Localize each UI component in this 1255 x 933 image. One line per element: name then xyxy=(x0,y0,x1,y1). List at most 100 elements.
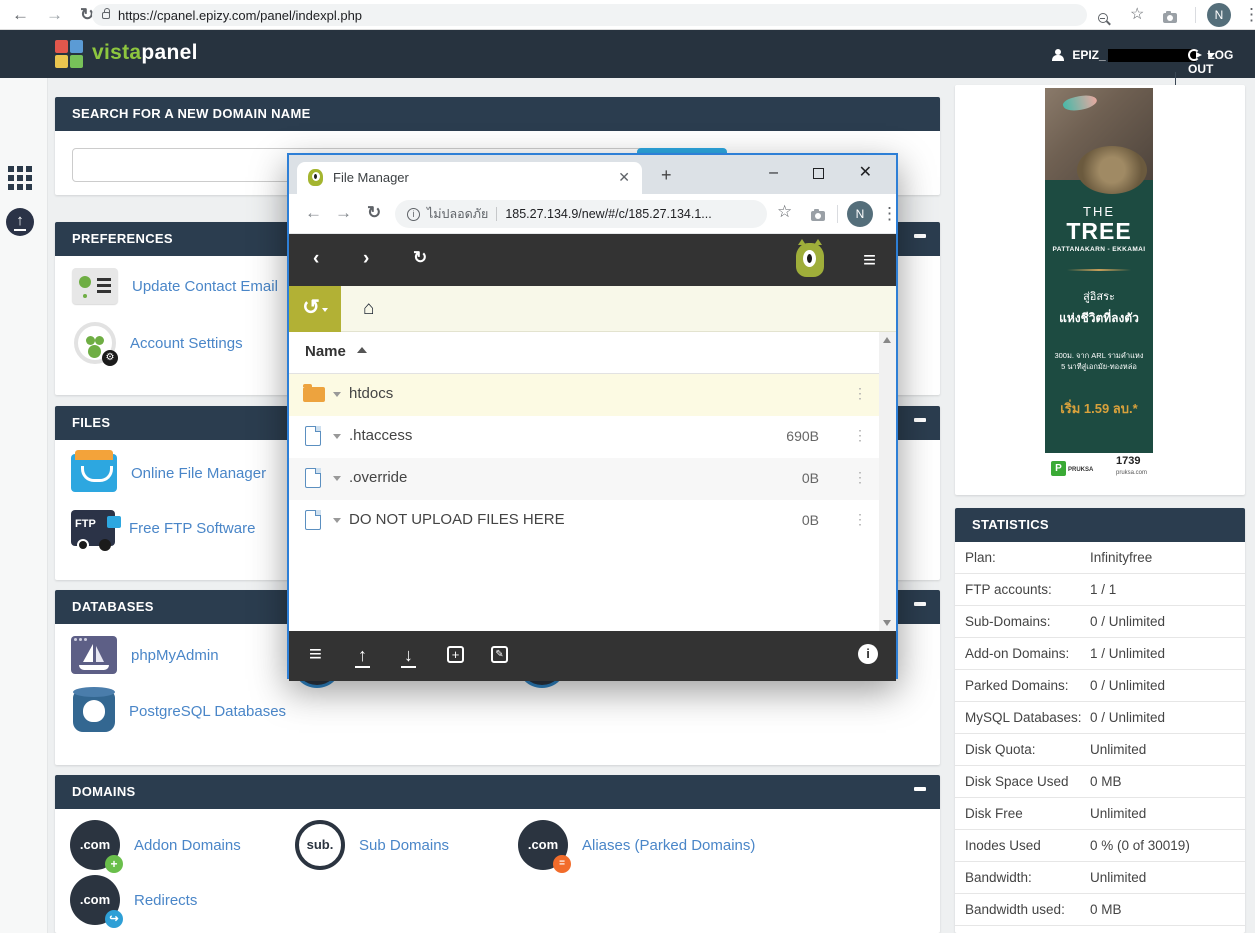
sub-domains-item[interactable]: sub. Sub Domains xyxy=(295,820,449,870)
postgresql-icon xyxy=(73,690,115,732)
window-minimize-icon[interactable]: – xyxy=(769,165,778,181)
file-row-do-not-upload[interactable]: DO NOT UPLOAD FILES HERE 0B ⋮ xyxy=(289,500,879,542)
scroll-up-icon[interactable] xyxy=(883,337,891,343)
divider xyxy=(1195,7,1196,23)
ad-photo xyxy=(1045,88,1153,180)
upload-icon[interactable]: ↑ xyxy=(6,208,34,236)
statistics-card: STATISTICS Plan:Infinityfree FTP account… xyxy=(955,508,1245,933)
chevron-down-icon[interactable] xyxy=(333,392,341,397)
domains-card: DOMAINS .com+ Addon Domains sub. Sub Dom… xyxy=(55,775,940,933)
home-icon[interactable]: ⌂ xyxy=(363,298,374,320)
row-menu-icon[interactable]: ⋮ xyxy=(853,385,867,402)
logout-button[interactable]: LOG OUT xyxy=(1188,47,1255,76)
aliases-parked-domains-item[interactable]: .com= Aliases (Parked Domains) xyxy=(518,820,755,870)
feather-image xyxy=(1062,92,1098,114)
row-menu-icon[interactable]: ⋮ xyxy=(853,427,867,444)
popup-url[interactable]: 185.27.134.9/new/#/c/185.27.134.1... xyxy=(505,207,711,221)
equals-badge-icon: = xyxy=(553,855,571,873)
databases-title: DATABASES xyxy=(72,599,154,614)
side-rail: ↑ xyxy=(0,78,48,933)
postgresql-item[interactable]: PostgreSQL Databases xyxy=(73,690,286,732)
address-bar[interactable]: https://cpanel.epizy.com/panel/indexpl.p… xyxy=(92,4,1087,26)
file-row-override[interactable]: .override 0B ⋮ xyxy=(289,458,879,500)
bookmark-star-icon[interactable]: ☆ xyxy=(1130,0,1144,30)
zoom-out-icon[interactable] xyxy=(1098,10,1108,28)
stat-row-addon-domains: Add-on Domains:1 / Unlimited xyxy=(955,638,1245,670)
files-title: FILES xyxy=(72,415,110,430)
history-dropdown-button[interactable]: ↺ xyxy=(289,286,341,332)
apps-grid-icon[interactable] xyxy=(8,166,32,190)
phpmyadmin-item[interactable]: phpMyAdmin xyxy=(71,636,219,674)
page-url[interactable]: https://cpanel.epizy.com/panel/indexpl.p… xyxy=(118,8,362,23)
popup-nav-bar: ← → ↻ i ไม่ปลอดภัย 185.27.134.9/new/#/c/… xyxy=(289,194,896,234)
account-settings-item[interactable]: ⚙ Account Settings xyxy=(74,322,243,364)
fm-menu-icon[interactable]: ≡ xyxy=(863,247,876,273)
stat-row-parked-domains: Parked Domains:0 / Unlimited xyxy=(955,670,1245,702)
window-close-icon[interactable]: ✕ xyxy=(859,165,872,181)
ad-body: THE TREE PATTANAKARN - EKKAMAI สู่อิสระ … xyxy=(1045,180,1153,453)
free-ftp-software-item[interactable]: FTP Free FTP Software xyxy=(71,510,255,546)
new-tab-icon[interactable]: + xyxy=(661,165,672,186)
fm-back-icon[interactable]: ‹ xyxy=(313,248,319,270)
ad-line1: THE xyxy=(1045,204,1153,219)
chevron-down-icon[interactable] xyxy=(333,476,341,481)
name-column-header[interactable]: Name xyxy=(305,343,346,360)
reload-icon[interactable]: ↻ xyxy=(367,203,381,223)
fm-refresh-icon[interactable]: ↻ xyxy=(413,248,427,268)
domains-title: DOMAINS xyxy=(72,784,136,799)
collapse-icon[interactable] xyxy=(914,787,926,791)
fm-info-icon[interactable]: i xyxy=(858,644,878,664)
profile-avatar[interactable]: N xyxy=(1207,3,1231,27)
chevron-down-icon[interactable] xyxy=(333,518,341,523)
vistapanel-logo xyxy=(55,40,85,70)
advertisement-banner[interactable]: THE TREE PATTANAKARN - EKKAMAI สู่อิสระ … xyxy=(1045,88,1153,480)
com-domain-icon: .com= xyxy=(518,820,568,870)
screenshot-camera-icon[interactable] xyxy=(811,208,825,226)
folder-icon xyxy=(303,387,325,402)
bookmark-star-icon[interactable]: ☆ xyxy=(777,202,792,222)
ad-divider xyxy=(1067,269,1131,271)
history-icon: ↺ xyxy=(302,296,320,319)
forward-icon[interactable]: → xyxy=(46,0,63,30)
row-menu-icon[interactable]: ⋮ xyxy=(853,469,867,486)
addon-domains-item[interactable]: .com+ Addon Domains xyxy=(70,820,241,870)
online-file-manager-item[interactable]: Online File Manager xyxy=(71,454,266,492)
popup-profile-avatar[interactable]: N xyxy=(847,201,873,227)
window-maximize-icon[interactable] xyxy=(813,168,824,179)
collapse-icon[interactable] xyxy=(914,602,926,606)
file-manager-tab[interactable]: File Manager ✕ xyxy=(297,162,642,194)
file-row-htdocs[interactable]: htdocs ⋮ xyxy=(289,374,879,416)
collapse-icon[interactable] xyxy=(914,418,926,422)
filemanager-bottom-toolbar: ≡ ↑ ↓ + ✎ i xyxy=(289,631,896,681)
filemanager-toolbar: ‹ › ↻ ≡ xyxy=(289,234,896,286)
tab-close-icon[interactable]: ✕ xyxy=(618,169,630,186)
info-icon[interactable]: i xyxy=(407,208,420,221)
row-menu-icon[interactable]: ⋮ xyxy=(853,511,867,528)
sort-asc-icon[interactable] xyxy=(357,347,367,353)
fm-forward-icon[interactable]: › xyxy=(363,248,369,270)
screenshot-camera-icon[interactable] xyxy=(1163,10,1177,28)
chevron-down-icon[interactable] xyxy=(333,434,341,439)
forward-icon[interactable]: → xyxy=(335,203,352,223)
divider xyxy=(837,205,838,223)
account-settings-icon: ⚙ xyxy=(74,322,116,364)
back-icon[interactable]: ← xyxy=(305,203,322,223)
divider xyxy=(496,207,497,221)
collapse-icon[interactable] xyxy=(914,234,926,238)
popup-address-bar[interactable]: i ไม่ปลอดภัย 185.27.134.9/new/#/c/185.27… xyxy=(395,200,767,228)
redirects-item[interactable]: .com↪ Redirects xyxy=(70,875,197,925)
fm-edit-icon[interactable]: ✎ xyxy=(491,646,508,663)
stat-row-plan: Plan:Infinityfree xyxy=(955,542,1245,574)
fm-download-icon[interactable]: ↓ xyxy=(401,645,416,666)
back-icon[interactable]: ← xyxy=(12,0,29,30)
fm-upload-icon[interactable]: ↑ xyxy=(355,645,370,666)
file-list-scrollbar[interactable] xyxy=(879,332,896,631)
update-contact-email-item[interactable]: Update Contact Email xyxy=(72,268,278,304)
fm-new-file-icon[interactable]: + xyxy=(447,646,464,663)
file-row-htaccess[interactable]: .htaccess 690B ⋮ xyxy=(289,416,879,458)
fm-list-menu-icon[interactable]: ≡ xyxy=(309,641,322,667)
lock-icon xyxy=(102,12,110,19)
menu-kebab-icon[interactable]: ⋮ xyxy=(1243,0,1255,30)
menu-kebab-icon[interactable]: ⋮ xyxy=(881,204,898,224)
scroll-down-icon[interactable] xyxy=(883,620,891,626)
